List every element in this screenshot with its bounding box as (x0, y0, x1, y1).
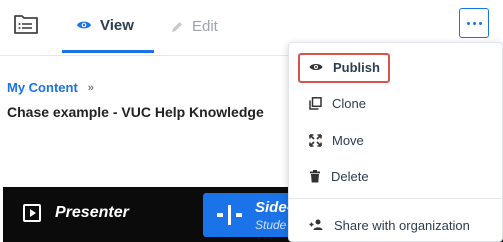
share-users-icon (309, 219, 323, 230)
trash-icon (310, 169, 320, 182)
clone-icon (309, 96, 322, 110)
ellipsis-icon (466, 21, 470, 25)
menu-item-clone[interactable]: Clone (289, 88, 502, 118)
menu-item-publish[interactable]: Publish (289, 52, 502, 82)
tab-edit-label: Edit (192, 18, 218, 35)
tab-view[interactable]: View (62, 0, 154, 53)
more-options-menu: Publish Clone Move Delete Share with org… (288, 42, 503, 242)
menu-item-label: Publish (333, 59, 380, 75)
menu-item-label: Move (332, 132, 364, 148)
eye-icon (77, 21, 91, 29)
menu-item-move[interactable]: Move (289, 125, 502, 155)
tab-view-label: View (100, 16, 134, 34)
side-title: Side- (255, 199, 292, 216)
breadcrumb: My Content » (7, 80, 94, 95)
menu-item-share-with-organization[interactable]: Share with organization (289, 210, 502, 240)
breadcrumb-separator: » (87, 81, 94, 94)
eye-icon (309, 64, 323, 70)
split-view-icon (217, 205, 242, 225)
presenter-button[interactable]: Presenter (23, 204, 129, 222)
presenter-label: Presenter (55, 204, 129, 221)
menu-item-delete[interactable]: Delete (289, 161, 502, 191)
move-icon (309, 133, 322, 147)
pencil-icon (172, 21, 182, 32)
tab-edit[interactable]: Edit (170, 0, 218, 53)
menu-item-label: Share with organization (334, 217, 470, 233)
page-title: Chase example - VUC Help Knowledge (7, 104, 264, 120)
menu-item-label: Clone (332, 95, 366, 111)
menu-item-label: Delete (331, 168, 369, 184)
folder-list-icon[interactable] (13, 12, 39, 36)
play-icon (23, 204, 41, 222)
breadcrumb-my-content[interactable]: My Content (7, 80, 78, 95)
side-subtitle: Stude (255, 218, 287, 232)
more-options-button[interactable] (459, 8, 489, 38)
menu-divider (289, 198, 502, 199)
